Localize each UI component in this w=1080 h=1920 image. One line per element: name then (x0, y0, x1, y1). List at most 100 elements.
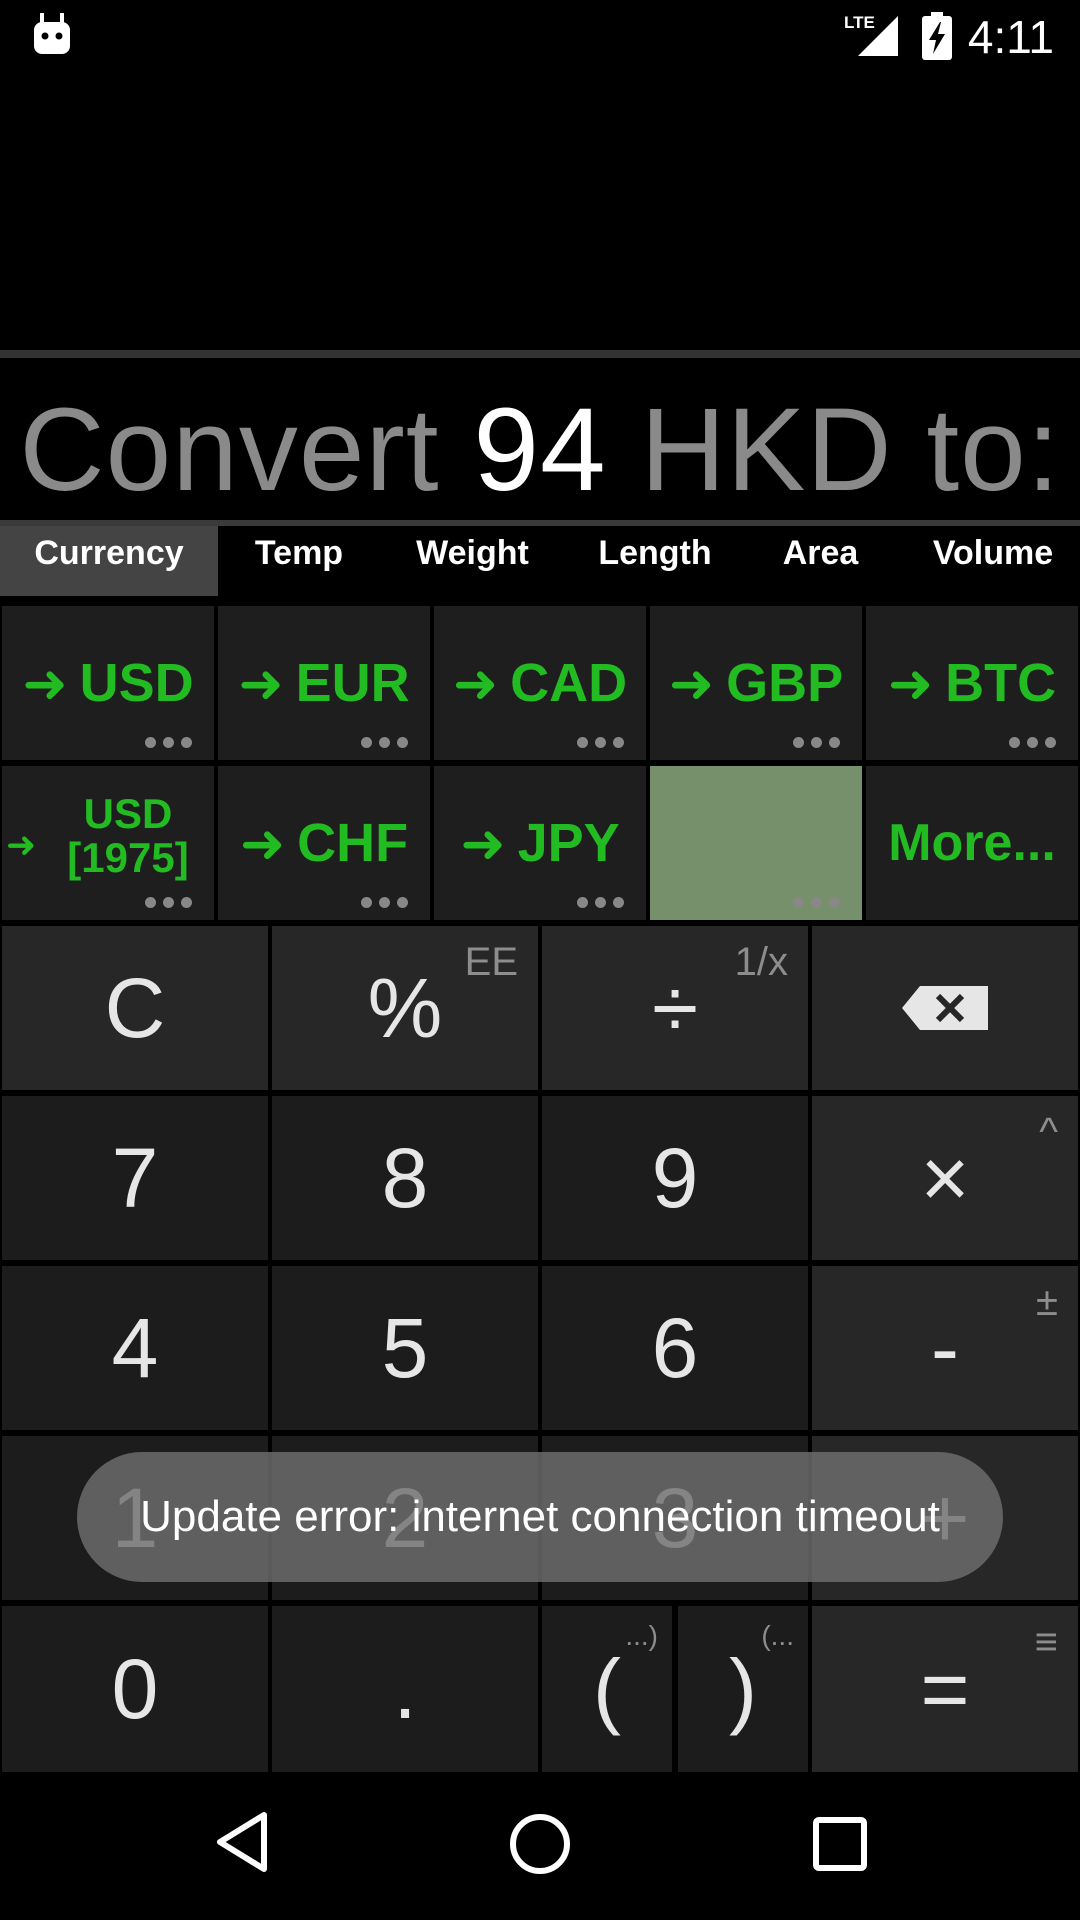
close-paren-button[interactable]: ) (... (678, 1606, 808, 1772)
convert-usd-1975-button[interactable]: ➜ USD [1975] (2, 766, 214, 920)
backspace-icon (902, 986, 988, 1030)
arrow-right-icon: ➜ (239, 813, 286, 874)
empty-unit-slot[interactable] (650, 766, 862, 920)
back-icon[interactable] (214, 1810, 270, 1874)
arrow-right-icon: ➜ (668, 653, 715, 714)
divide-button[interactable]: ÷ 1/x (542, 926, 808, 1090)
digit-0-button[interactable]: 0 (2, 1606, 268, 1772)
home-icon[interactable] (508, 1812, 572, 1876)
convert-jpy-button[interactable]: ➜ JPY (434, 766, 646, 920)
secondary-label: EE (464, 940, 518, 984)
display-divider (0, 350, 1080, 358)
arrow-right-icon: ➜ (22, 653, 68, 714)
tab-currency[interactable]: Currency (0, 526, 218, 596)
backspace-button[interactable] (812, 926, 1078, 1090)
digit-7-button[interactable]: 7 (2, 1096, 268, 1260)
android-debug-icon (34, 13, 70, 54)
conversion-prompt: Convert 94 HKD to: (0, 382, 1080, 518)
more-options-icon (361, 897, 408, 908)
secondary-label: (... (761, 1620, 794, 1651)
to-label: to: (926, 384, 1061, 516)
status-bar: LTE 4:11 (0, 0, 1080, 72)
arrow-right-icon: ➜ (887, 653, 934, 714)
convert-cad-button[interactable]: ➜ CAD (434, 606, 646, 760)
key-label: C (104, 960, 166, 1055)
more-label: More... (888, 814, 1056, 872)
svg-text:LTE: LTE (844, 13, 875, 32)
more-options-icon (361, 737, 408, 748)
category-tabs: Currency Temp Weight Length Area Volume (0, 526, 1080, 596)
key-label: % (367, 960, 443, 1055)
tab-temp[interactable]: Temp (228, 526, 370, 596)
digit-5-button[interactable]: 5 (272, 1266, 538, 1430)
arrow-right-icon: ➜ (452, 653, 499, 714)
key-label: 5 (381, 1300, 429, 1395)
tab-length[interactable]: Length (580, 526, 730, 596)
key-label: 9 (651, 1130, 699, 1225)
key-label: . (393, 1641, 417, 1736)
more-options-icon (145, 897, 192, 908)
digit-4-button[interactable]: 4 (2, 1266, 268, 1430)
arrow-right-icon: ➜ (6, 824, 37, 865)
digit-6-button[interactable]: 6 (542, 1266, 808, 1430)
battery-charging-icon (922, 12, 952, 60)
more-options-icon (145, 737, 192, 748)
decimal-point-button[interactable]: . (272, 1606, 538, 1772)
key-label: ( (593, 1641, 621, 1736)
tab-area[interactable]: Area (768, 526, 873, 596)
secondary-label: ^ (1039, 1110, 1058, 1154)
key-label: 4 (111, 1300, 159, 1395)
secondary-label: ≡ (1034, 1620, 1058, 1664)
equals-button[interactable]: = ≡ (812, 1606, 1078, 1772)
more-options-icon (577, 737, 624, 748)
more-options-icon (1009, 737, 1056, 748)
unit-label: BTC (945, 653, 1057, 713)
unit-label: CHF (297, 813, 409, 873)
arrow-right-icon: ➜ (238, 653, 284, 714)
error-toast: Update error: internet connection timeou… (77, 1452, 1003, 1582)
more-options-icon (793, 737, 840, 748)
open-paren-button[interactable]: (...) (542, 1606, 672, 1772)
convert-btc-button[interactable]: ➜ BTC (866, 606, 1078, 760)
clock: 4:11 (967, 11, 1054, 63)
secondary-label: ...) (625, 1620, 658, 1651)
minus-button[interactable]: - ± (812, 1266, 1078, 1430)
more-currencies-button[interactable]: More... (866, 766, 1078, 920)
unit-sublabel: [1975] (67, 834, 189, 881)
unit-label: JPY (517, 813, 620, 873)
key-label: ÷ (651, 960, 699, 1055)
key-label: 0 (111, 1641, 159, 1736)
unit-label: USD (83, 790, 173, 837)
more-options-icon (793, 897, 840, 908)
percent-button[interactable]: % EE (272, 926, 538, 1090)
digit-8-button[interactable]: 8 (272, 1096, 538, 1260)
key-label: 7 (111, 1130, 159, 1225)
key-label: = (920, 1641, 970, 1736)
convert-eur-button[interactable]: ➜ EUR (218, 606, 430, 760)
key-label: - (931, 1300, 959, 1395)
key-label: 8 (381, 1130, 429, 1225)
arrow-right-icon: ➜ (460, 813, 506, 874)
tab-weight[interactable]: Weight (400, 526, 545, 596)
unit-label: GBP (726, 653, 844, 713)
lte-signal-icon: LTE (844, 13, 898, 56)
unit-label: CAD (510, 653, 628, 713)
digit-9-button[interactable]: 9 (542, 1096, 808, 1260)
key-label: ) (729, 1641, 757, 1736)
convert-gbp-button[interactable]: ➜ GBP (650, 606, 862, 760)
secondary-label: 1/x (734, 940, 788, 984)
multiply-button[interactable]: × ^ (812, 1096, 1078, 1260)
recents-icon[interactable] (812, 1816, 868, 1872)
secondary-label: ± (1036, 1280, 1058, 1324)
source-currency: HKD (640, 384, 893, 516)
tab-volume[interactable]: Volume (918, 526, 1068, 596)
key-label: × (920, 1130, 970, 1225)
convert-label: Convert (19, 384, 440, 516)
convert-chf-button[interactable]: ➜ CHF (218, 766, 430, 920)
more-options-icon (577, 897, 624, 908)
convert-usd-button[interactable]: ➜ USD (2, 606, 214, 760)
key-label: 6 (651, 1300, 699, 1395)
unit-label: USD (79, 653, 194, 713)
unit-label: EUR (295, 653, 410, 713)
clear-button[interactable]: C (2, 926, 268, 1090)
